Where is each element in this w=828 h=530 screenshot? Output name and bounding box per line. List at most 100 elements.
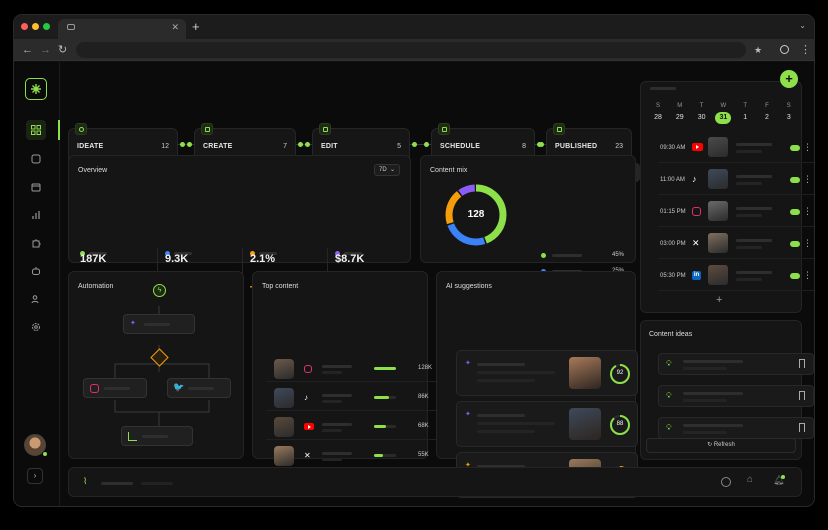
stage-label: PUBLISHED: [555, 143, 598, 150]
calendar-icon[interactable]: [27, 178, 45, 196]
publish-toggle[interactable]: [790, 241, 800, 247]
automation-node-analytics[interactable]: [121, 426, 193, 446]
automation-node-twitter[interactable]: 🐦: [167, 378, 231, 398]
scheduled-post[interactable]: 03:00 PM ✕ ⋮: [658, 231, 814, 259]
tab-bar: ✕ + ⌄: [14, 15, 814, 39]
app-area: › IDEATE 12+9 CREATE 7+4 EDIT 5+2 SCHEDU…: [14, 62, 814, 506]
more-vertical-icon[interactable]: ⋮: [803, 238, 812, 249]
analytics-icon[interactable]: [27, 206, 45, 224]
stage-count: 5: [397, 143, 401, 150]
donut-center-value: 128: [467, 209, 485, 220]
post-time: 01:15 PM: [660, 209, 686, 215]
instagram-icon: [692, 207, 701, 216]
stage-count: 23: [615, 143, 623, 150]
settings-gear-icon[interactable]: [27, 318, 45, 336]
content-views: 68K: [418, 423, 429, 429]
more-vertical-icon[interactable]: ⋮: [803, 142, 812, 153]
add-schedule-button[interactable]: +: [716, 294, 722, 306]
scheduled-post[interactable]: 05:30 PM in ⋮: [658, 263, 814, 291]
online-status-dot: [42, 451, 48, 457]
overview-title: Overview: [78, 167, 108, 174]
score-value: 88: [616, 421, 624, 427]
ai-suggestion-card[interactable]: ✦ 88: [456, 401, 638, 447]
content-icon[interactable]: [27, 150, 45, 168]
back-arrow-icon[interactable]: ←: [22, 43, 33, 57]
maximize-window-button[interactable]: [43, 23, 50, 30]
users-icon[interactable]: [27, 290, 45, 308]
top-content-row[interactable]: 68K: [266, 415, 440, 439]
info-icon[interactable]: [780, 45, 789, 54]
calendar-date[interactable]: 1: [737, 112, 753, 124]
metric-value: $8.7K: [335, 253, 365, 265]
check-circle-icon[interactable]: [721, 477, 731, 487]
chevron-down-icon[interactable]: ⌄: [799, 21, 806, 30]
home-icon[interactable]: ⌂: [747, 474, 753, 485]
calendar-date[interactable]: 29: [672, 112, 688, 124]
more-vertical-icon[interactable]: ⋮: [803, 270, 812, 281]
bookmark-icon[interactable]: [799, 391, 805, 400]
publish-toggle[interactable]: [790, 145, 800, 151]
more-vertical-icon[interactable]: ⋮: [803, 174, 812, 185]
top-content-row[interactable]: 128K: [266, 357, 440, 381]
tab-close-icon[interactable]: ✕: [171, 22, 179, 33]
address-bar: ← → ↻ ★ ⋮: [14, 39, 814, 61]
youtube-icon: [304, 423, 314, 430]
connector-dot: [424, 142, 429, 147]
automation-node-instagram[interactable]: [83, 378, 147, 398]
expand-sidebar-button[interactable]: ›: [27, 468, 43, 484]
forward-arrow-icon[interactable]: →: [40, 43, 51, 57]
range-select[interactable]: 7D ⌄: [374, 164, 400, 176]
calendar-date[interactable]: 3: [781, 112, 797, 124]
logo[interactable]: [25, 78, 47, 100]
content-idea-card[interactable]: 💡︎: [658, 417, 814, 439]
star-icon[interactable]: ★: [754, 43, 762, 57]
publish-toggle[interactable]: [790, 177, 800, 183]
bookmark-icon[interactable]: [799, 423, 805, 432]
calendar-date[interactable]: 31: [715, 112, 732, 124]
calendar-weekday: M: [677, 103, 683, 109]
minimize-window-button[interactable]: [32, 23, 39, 30]
mix-legend-pct: 45%: [612, 252, 625, 258]
performance-bar-fill: [374, 367, 396, 370]
url-input[interactable]: [76, 42, 746, 58]
calendar-date[interactable]: 2: [759, 112, 775, 124]
suggestion-thumbnail: [569, 408, 601, 440]
lightbulb-icon: [75, 123, 87, 135]
stage-count: 7: [283, 143, 287, 150]
new-tab-button[interactable]: +: [192, 20, 200, 33]
lightning-trigger-icon[interactable]: ϟ: [153, 284, 166, 297]
pencil-icon: [201, 123, 213, 135]
browser-tab[interactable]: ✕: [58, 19, 186, 39]
dashboard-icon[interactable]: [26, 120, 46, 140]
connector-dot: [412, 142, 417, 147]
bot-icon[interactable]: [27, 262, 45, 280]
content-idea-card[interactable]: 💡︎: [658, 353, 814, 375]
bookmark-icon[interactable]: [799, 359, 805, 368]
lightbulb-icon: 💡︎: [666, 359, 672, 368]
calendar-date[interactable]: 28: [650, 112, 666, 124]
refresh-button[interactable]: ↻ Refresh: [646, 438, 796, 453]
lightbulb-icon: 💡︎: [666, 423, 672, 432]
row-divider: [266, 381, 438, 382]
publish-toggle[interactable]: [790, 273, 800, 279]
top-content-row[interactable]: ♪ 86K: [266, 386, 440, 410]
stage-label: SCHEDULE: [440, 143, 481, 150]
scheduled-post[interactable]: 09:30 AM ⋮: [658, 135, 814, 163]
more-vertical-icon[interactable]: ⋮: [800, 43, 811, 57]
add-button[interactable]: +: [780, 70, 798, 88]
scheduled-post[interactable]: 11:00 AM ♪ ⋮: [658, 167, 814, 195]
close-window-button[interactable]: [21, 23, 28, 30]
automation-node-trigger[interactable]: ✦: [123, 314, 195, 334]
ai-suggestion-card[interactable]: ✦ 92: [456, 350, 638, 396]
content-mix-panel: Content mix 128: [420, 155, 636, 263]
publish-toggle[interactable]: [790, 209, 800, 215]
scheduled-post[interactable]: 01:15 PM ⋮: [658, 199, 814, 227]
row-divider: [266, 439, 438, 440]
more-vertical-icon[interactable]: ⋮: [803, 206, 812, 217]
puzzle-icon[interactable]: [27, 234, 45, 252]
calendar-date[interactable]: 30: [694, 112, 710, 124]
post-time: 09:30 AM: [660, 145, 686, 151]
reload-icon[interactable]: ↻: [58, 43, 67, 57]
content-idea-card[interactable]: 💡︎: [658, 385, 814, 407]
top-content-row[interactable]: ✕ 55K: [266, 444, 440, 468]
